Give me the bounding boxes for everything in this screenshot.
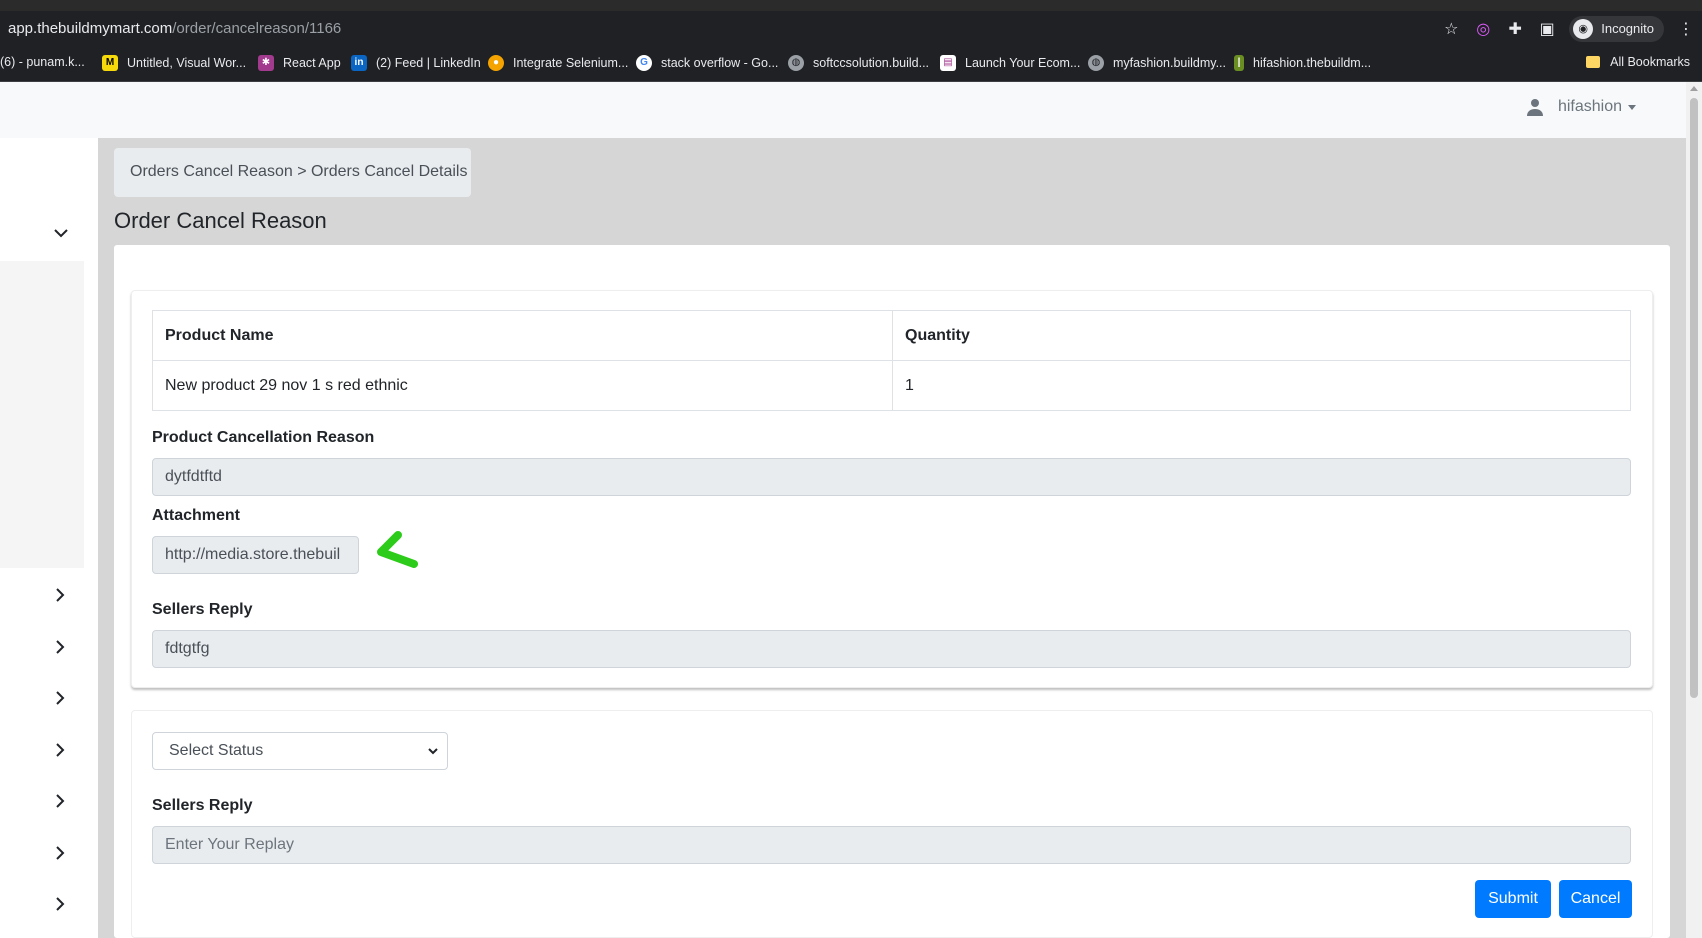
bookmark-favicon-icon: ✱	[258, 55, 274, 71]
bookmark-item[interactable]: in (2) Feed | LinkedIn	[351, 55, 481, 71]
table-row: New product 29 nov 1 s red ethnic 1	[152, 360, 1631, 411]
bookmark-item[interactable]: ▤ Launch Your Ecom...	[940, 55, 1080, 71]
chevron-down-icon[interactable]	[51, 223, 71, 243]
user-icon	[1526, 99, 1543, 116]
kebab-menu-icon[interactable]: ⋮	[1670, 19, 1702, 39]
bookmark-item[interactable]: | hifashion.thebuildm...	[1234, 55, 1371, 71]
bookmark-item[interactable]: ◍ myfashion.buildmy...	[1088, 55, 1226, 71]
reply-input[interactable]: Enter Your Replay	[152, 826, 1631, 864]
caret-down-icon	[1628, 104, 1636, 110]
bookmark-item[interactable]: ◍ softccsolution.build...	[788, 55, 929, 71]
globe-icon: ◍	[788, 55, 804, 71]
sidebar	[0, 138, 98, 938]
google-icon: G	[636, 55, 652, 71]
breadcrumb[interactable]: Orders Cancel Reason > Orders Cancel Det…	[114, 148, 471, 197]
incognito-icon: ◉	[1573, 18, 1594, 39]
all-bookmarks[interactable]: All Bookmarks	[1586, 55, 1690, 69]
bookmark-item[interactable]: ✱ React App	[258, 55, 341, 71]
extension-color-icon[interactable]: ◎	[1467, 19, 1499, 39]
bookmark-item[interactable]: Gstack overflow - Go...	[636, 55, 778, 71]
column-header: Product Name	[152, 310, 893, 361]
attachment-field[interactable]: http://media.store.thebuil	[152, 536, 359, 574]
cancellation-reason-label: Product Cancellation Reason	[152, 429, 375, 446]
cancellation-reason-field[interactable]: dytfdtftd	[152, 458, 1631, 496]
bookmark-favicon-icon: ●	[488, 55, 504, 71]
chevron-right-icon[interactable]	[50, 791, 70, 811]
user-menu[interactable]: hifashion	[1526, 98, 1636, 116]
page-title: Order Cancel Reason	[114, 208, 327, 233]
chevron-right-icon[interactable]	[50, 585, 70, 605]
column-header: Quantity	[892, 310, 1631, 361]
chevron-right-icon[interactable]	[50, 894, 70, 914]
browser-address-bar[interactable]: app.thebuildmymart.com/order/cancelreaso…	[0, 11, 1702, 46]
chevron-down-icon	[428, 748, 438, 755]
globe-icon: ◍	[1088, 55, 1104, 71]
reply-label: Sellers Reply	[152, 797, 253, 814]
bookmarks-bar: (6) - punam.k... M Untitled, Visual Wor..…	[0, 46, 1702, 82]
username: hifashion	[1557, 98, 1622, 115]
product-table: Product Name Quantity New product 29 nov…	[152, 310, 1631, 411]
chevron-right-icon[interactable]	[50, 637, 70, 657]
scroll-up-icon[interactable]	[1690, 86, 1698, 91]
sidebar-submenu-panel	[0, 261, 84, 568]
scroll-thumb[interactable]	[1690, 98, 1698, 698]
folder-icon	[1586, 56, 1601, 68]
chevron-right-icon[interactable]	[50, 740, 70, 760]
table-cell: New product 29 nov 1 s red ethnic	[152, 360, 893, 411]
table-cell: 1	[892, 360, 1631, 411]
sidepanel-icon[interactable]: ▣	[1531, 19, 1563, 39]
page-scrollbar[interactable]	[1686, 82, 1702, 938]
star-icon[interactable]: ☆	[1435, 19, 1467, 39]
status-select-value: Select Status	[169, 742, 264, 759]
cancel-button[interactable]: Cancel	[1559, 880, 1632, 918]
sellers-reply-label: Sellers Reply	[152, 601, 253, 618]
url-text[interactable]: app.thebuildmymart.com/order/cancelreaso…	[8, 20, 341, 37]
chevron-right-icon[interactable]	[50, 688, 70, 708]
bookmark-item[interactable]: ● Integrate Selenium...	[488, 55, 628, 71]
linkedin-icon: in	[351, 55, 367, 71]
table-header-row: Product Name Quantity	[152, 310, 1631, 361]
annotation-arrow-icon	[377, 531, 418, 568]
sellers-reply-field[interactable]: fdtgtfg	[152, 630, 1631, 668]
bookmark-item[interactable]: (6) - punam.k...	[0, 55, 85, 69]
app-header: hifashion	[0, 82, 1686, 138]
submit-button[interactable]: Submit	[1475, 880, 1551, 918]
bookmark-item[interactable]: M Untitled, Visual Wor...	[102, 55, 246, 71]
status-select[interactable]: Select Status	[152, 732, 448, 770]
bookmark-favicon-icon: ▤	[940, 55, 956, 71]
bookmark-favicon-icon: |	[1234, 55, 1244, 71]
incognito-badge[interactable]: ◉ Incognito	[1569, 15, 1664, 42]
attachment-label: Attachment	[152, 507, 241, 524]
chevron-right-icon[interactable]	[50, 843, 70, 863]
browser-tabstrip	[0, 0, 1702, 11]
bookmark-favicon-icon: M	[102, 55, 118, 71]
puzzle-icon[interactable]: ✚	[1499, 19, 1531, 39]
